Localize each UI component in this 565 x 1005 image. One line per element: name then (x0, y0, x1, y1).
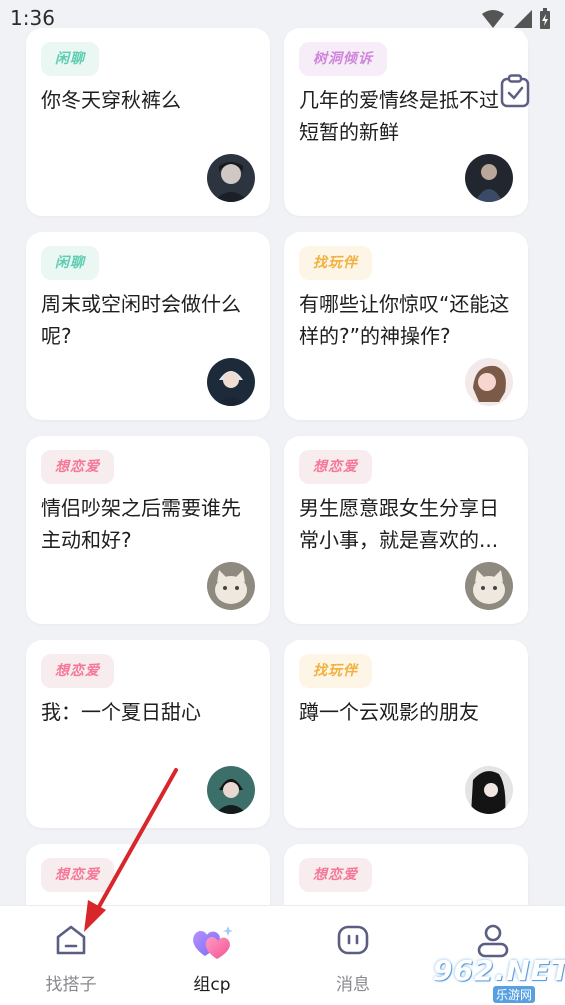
tab-cp[interactable]: 组cp (162, 906, 262, 1005)
topic-card[interactable]: 想恋爱 情侣吵架之后需要谁先主动和好? (26, 436, 270, 624)
clipboard-check-icon[interactable] (500, 74, 530, 112)
topic-tag: 树洞倾诉 (299, 42, 387, 76)
topic-card[interactable]: 想恋爱 男生愿意跟女生分享日常小事，就是喜欢的... (284, 436, 528, 624)
topic-title: 有哪些让你惊叹“还能这样的?”的神操作? (299, 292, 510, 348)
topic-title: 蹲一个云观影的朋友 (299, 700, 479, 724)
topic-card[interactable]: 闲聊 周末或空闲时会做什么呢? (26, 232, 270, 420)
tab-find-partner[interactable]: 找搭子 (21, 906, 121, 1005)
hearts-icon (193, 926, 233, 959)
avatar[interactable] (465, 562, 513, 610)
topic-tag: 想恋爱 (299, 858, 372, 892)
topic-card[interactable]: 找玩伴 蹲一个云观影的朋友 (284, 640, 528, 828)
tab-messages[interactable]: 消息 (303, 906, 403, 1005)
tab-label: 组cp (193, 975, 231, 995)
topic-title: 周末或空闲时会做什么呢? (41, 292, 241, 348)
topic-title: 男生愿意跟女生分享日常小事，就是喜欢的... (299, 496, 499, 552)
avatar[interactable] (207, 766, 255, 814)
topic-card[interactable]: 闲聊 你冬天穿秋裤么 (26, 28, 270, 216)
watermark-brand: 962.NET (433, 954, 565, 987)
battery-icon (540, 8, 550, 29)
avatar[interactable] (207, 154, 255, 202)
avatar[interactable] (465, 766, 513, 814)
avatar[interactable] (465, 358, 513, 406)
topic-title: 我：一个夏日甜心 (41, 700, 201, 724)
topic-title: 几年的爱情终是抵不过短暂的新鲜 (299, 88, 499, 144)
topic-tag: 找玩伴 (299, 654, 372, 688)
topic-tag: 想恋爱 (41, 654, 114, 688)
signal-icon (514, 10, 532, 28)
avatar[interactable] (465, 154, 513, 202)
topic-card[interactable]: 树洞倾诉 几年的爱情终是抵不过短暂的新鲜 (284, 28, 528, 216)
avatar[interactable] (207, 358, 255, 406)
watermark-sub: 乐游网 (493, 986, 536, 1003)
message-icon (337, 925, 369, 955)
tab-label: 找搭子 (45, 975, 97, 995)
topic-tag: 想恋爱 (41, 450, 114, 484)
topic-tag: 想恋爱 (41, 858, 114, 892)
topic-title: 你冬天穿秋裤么 (41, 88, 181, 112)
watermark-logo: 962.NET 乐游网 (429, 952, 565, 1003)
home-icon (56, 925, 86, 955)
status-icons (481, 8, 551, 30)
topic-tag: 想恋爱 (299, 450, 372, 484)
topic-card[interactable]: 找玩伴 有哪些让你惊叹“还能这样的?”的神操作? (284, 232, 528, 420)
topic-tag: 闲聊 (41, 42, 99, 76)
avatar[interactable] (207, 562, 255, 610)
wifi-icon (482, 10, 504, 28)
topic-card[interactable]: 想恋爱 我：一个夏日甜心 (26, 640, 270, 828)
topic-tag: 闲聊 (41, 246, 99, 280)
status-time: 1:36 (10, 6, 55, 30)
tab-label: 消息 (336, 975, 370, 995)
topic-title: 情侣吵架之后需要谁先主动和好? (41, 496, 241, 552)
topic-tag: 找玩伴 (299, 246, 372, 280)
